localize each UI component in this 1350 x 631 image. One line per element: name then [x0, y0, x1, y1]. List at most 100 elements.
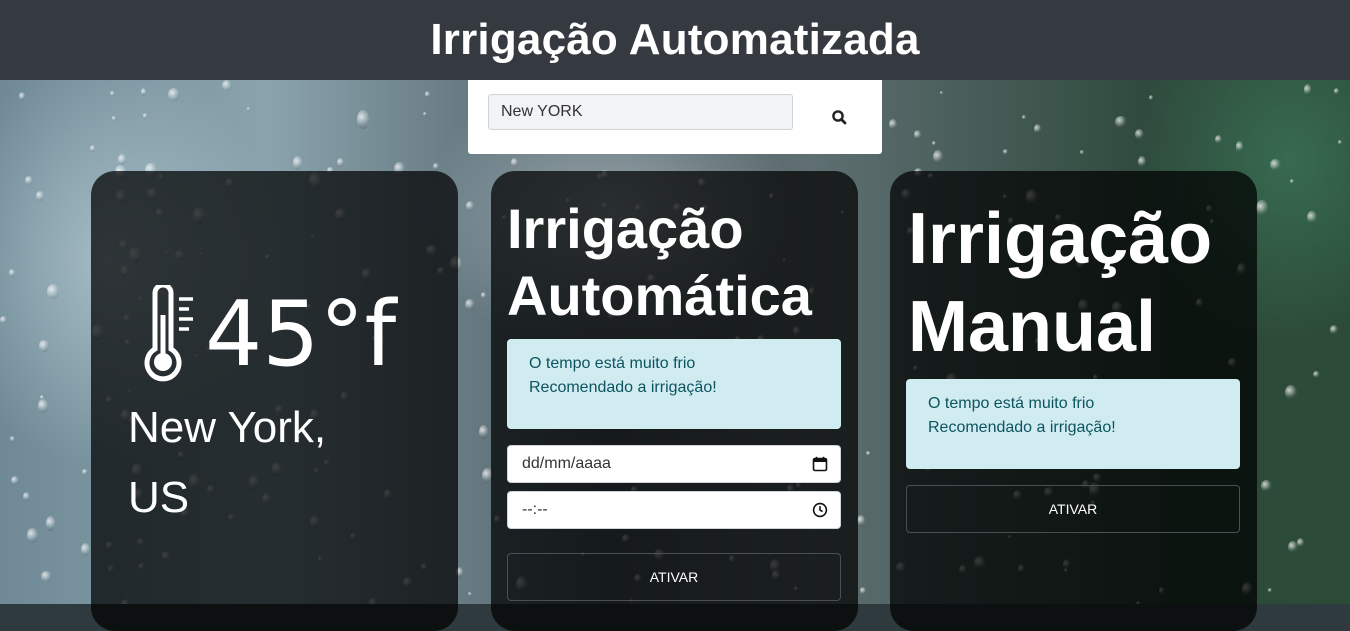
weather-alert: O tempo está muito frio Recomendado a ir…: [507, 339, 841, 429]
country-line: US: [128, 473, 190, 522]
raindrop: [19, 92, 25, 102]
raindrop: [1338, 140, 1342, 146]
raindrop: [1307, 210, 1317, 225]
raindrop: [1079, 150, 1084, 155]
raindrop: [142, 113, 147, 120]
weather-alert: O tempo está muito frio Recomendado a ir…: [906, 379, 1240, 469]
search-input[interactable]: [488, 94, 793, 130]
calendar-icon[interactable]: [812, 456, 828, 472]
raindrop: [9, 268, 15, 277]
raindrop: [478, 424, 489, 440]
raindrop: [866, 451, 871, 457]
raindrop: [1033, 123, 1041, 134]
raindrop: [1290, 179, 1295, 185]
raindrop: [22, 491, 30, 502]
raindrop: [24, 175, 34, 185]
raindrop: [468, 592, 472, 597]
date-placeholder: dd/mm/aaaa: [522, 455, 611, 472]
title-line: Automática: [507, 264, 812, 327]
raindrop: [167, 87, 180, 101]
raindrop: [357, 110, 370, 130]
raindrop: [1313, 370, 1321, 379]
raindrop: [1135, 129, 1144, 140]
raindrop: [292, 156, 302, 170]
raindrop: [1297, 538, 1304, 548]
raindrop: [45, 516, 56, 532]
raindrop: [111, 115, 116, 122]
raindrop: [1022, 114, 1027, 120]
raindrop: [481, 291, 487, 300]
city-line: New York,: [128, 403, 327, 452]
page-title: Irrigação Automatizada: [430, 15, 920, 64]
raindrop: [465, 201, 474, 211]
raindrop: [1270, 159, 1281, 171]
raindrop: [1303, 84, 1312, 96]
raindrop: [40, 570, 52, 582]
title-line: Irrigação: [507, 197, 744, 260]
raindrop: [425, 91, 430, 98]
raindrop: [35, 191, 45, 201]
raindrop: [141, 88, 147, 96]
raindrop: [47, 283, 60, 300]
temperature-row: 45°f: [135, 285, 396, 385]
raindrop: [1114, 115, 1127, 129]
city-name: New York, US: [128, 393, 368, 533]
date-input[interactable]: dd/mm/aaaa: [507, 445, 841, 483]
raindrop: [510, 157, 518, 168]
alert-line: Recomendado a irrigação!: [928, 419, 1116, 436]
raindrop: [1138, 156, 1147, 169]
raindrop: [860, 586, 866, 596]
title-line: Manual: [908, 287, 1157, 367]
alert-line: O tempo está muito frio: [529, 355, 696, 372]
raindrop: [0, 316, 7, 324]
raindrop: [1215, 134, 1223, 145]
raindrop: [1260, 479, 1273, 493]
raindrop: [423, 111, 428, 117]
raindrop: [857, 514, 866, 528]
raindrop: [433, 163, 439, 171]
activate-automatic-button[interactable]: ATIVAR: [507, 553, 841, 601]
raindrop: [1267, 588, 1273, 593]
raindrop: [464, 298, 476, 311]
search-icon: [832, 110, 847, 125]
raindrop: [1236, 141, 1244, 153]
alert-line: O tempo está muito frio: [928, 395, 1095, 412]
raindrop: [337, 157, 344, 167]
clock-icon[interactable]: [812, 502, 828, 518]
time-input[interactable]: --:--: [507, 491, 841, 529]
raindrop: [913, 129, 921, 140]
activate-manual-button[interactable]: ATIVAR: [906, 485, 1240, 533]
raindrop: [11, 476, 19, 486]
raindrop: [1333, 88, 1339, 95]
alert-line: Recomendado a irrigação!: [529, 379, 717, 396]
raindrop: [933, 150, 944, 165]
weather-card: 45°f New York, US: [91, 171, 458, 631]
raindrop: [940, 91, 944, 95]
raindrop: [1287, 540, 1298, 553]
raindrop: [81, 468, 88, 475]
title-line: Irrigação: [908, 199, 1213, 279]
raindrop: [1256, 199, 1268, 218]
raindrop: [80, 543, 91, 557]
search-button[interactable]: [828, 106, 852, 130]
raindrop: [1148, 95, 1154, 102]
raindrop: [39, 340, 49, 352]
raindrop: [222, 80, 233, 92]
time-placeholder: --:--: [522, 501, 548, 518]
raindrop: [110, 91, 115, 96]
raindrop: [932, 140, 937, 146]
raindrop: [89, 145, 95, 153]
raindrop: [9, 435, 16, 442]
raindrop: [26, 528, 39, 544]
search-panel: [468, 80, 882, 154]
raindrop: [37, 399, 49, 414]
raindrop: [1285, 384, 1298, 400]
raindrop: [117, 154, 127, 165]
automatic-irrigation-card: Irrigação Automática O tempo está muito …: [491, 171, 858, 631]
automatic-irrigation-title: Irrigação Automática: [507, 195, 812, 329]
raindrop: [889, 118, 897, 131]
raindrop: [246, 107, 251, 112]
temperature-value: 45°f: [205, 282, 397, 387]
raindrop: [1003, 149, 1009, 156]
manual-irrigation-card: Irrigação Manual O tempo está muito frio…: [890, 171, 1257, 631]
